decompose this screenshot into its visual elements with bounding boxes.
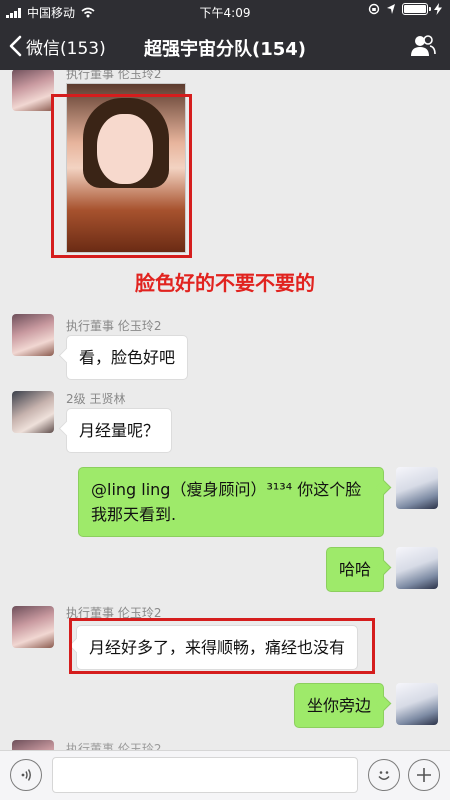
back-button[interactable]: 微信(153): [8, 22, 106, 70]
group-members-icon[interactable]: [410, 34, 436, 58]
my-avatar[interactable]: [396, 467, 438, 509]
chat-header: 微信(153) 超强宇宙分队(154): [0, 22, 450, 70]
sender-avatar[interactable]: [12, 314, 54, 356]
sender-avatar[interactable]: [12, 70, 54, 111]
location-icon: [387, 4, 395, 14]
highlight-box: [69, 618, 375, 674]
charging-icon: [434, 3, 442, 15]
message-input[interactable]: [52, 757, 358, 793]
sender-name: 执行董事 伦玉玲2: [66, 319, 162, 333]
back-label: 微信(153): [26, 38, 106, 59]
sender-avatar[interactable]: [12, 606, 54, 648]
orientation-lock-icon: [368, 3, 380, 15]
chevron-left-icon: [9, 35, 22, 57]
message-bubble[interactable]: 月经量呢？: [66, 408, 173, 453]
annotation-caption: 脸色好的不要不要的: [135, 271, 315, 295]
input-bar: [0, 750, 450, 800]
emoji-button[interactable]: [368, 759, 400, 791]
sender-name: 执行董事 伦玉玲2: [66, 742, 162, 750]
emoji-icon: [378, 771, 390, 780]
sender-avatar[interactable]: [12, 740, 54, 750]
plus-icon: [417, 768, 431, 782]
sender-name: 2级 王贤林: [66, 392, 126, 406]
status-right: [368, 3, 442, 15]
voice-button[interactable]: [10, 759, 42, 791]
message-bubble[interactable]: 哈哈: [325, 547, 384, 592]
status-bar: 中国移动 下午4:09: [0, 0, 450, 22]
sender-avatar[interactable]: [12, 391, 54, 433]
message-bubble[interactable]: 看，脸色好吧: [66, 335, 189, 380]
message-bubble[interactable]: 坐你旁边: [293, 683, 384, 728]
voice-icon: [21, 769, 31, 781]
message-list[interactable]: 执行董事 伦玉玲2 脸色好的不要不要的 执行董事 伦玉玲2 看，脸色好吧 2级 …: [0, 70, 450, 750]
my-avatar[interactable]: [396, 547, 438, 589]
battery-icon: [402, 3, 431, 15]
more-button[interactable]: [408, 759, 440, 791]
my-avatar[interactable]: [396, 683, 438, 725]
highlight-box: [51, 94, 192, 258]
sender-name: 执行董事 伦玉玲2: [66, 70, 162, 81]
message-bubble[interactable]: @ling ling（瘦身顾问）³¹³⁴ 你这个脸我那天看到.: [78, 467, 384, 537]
